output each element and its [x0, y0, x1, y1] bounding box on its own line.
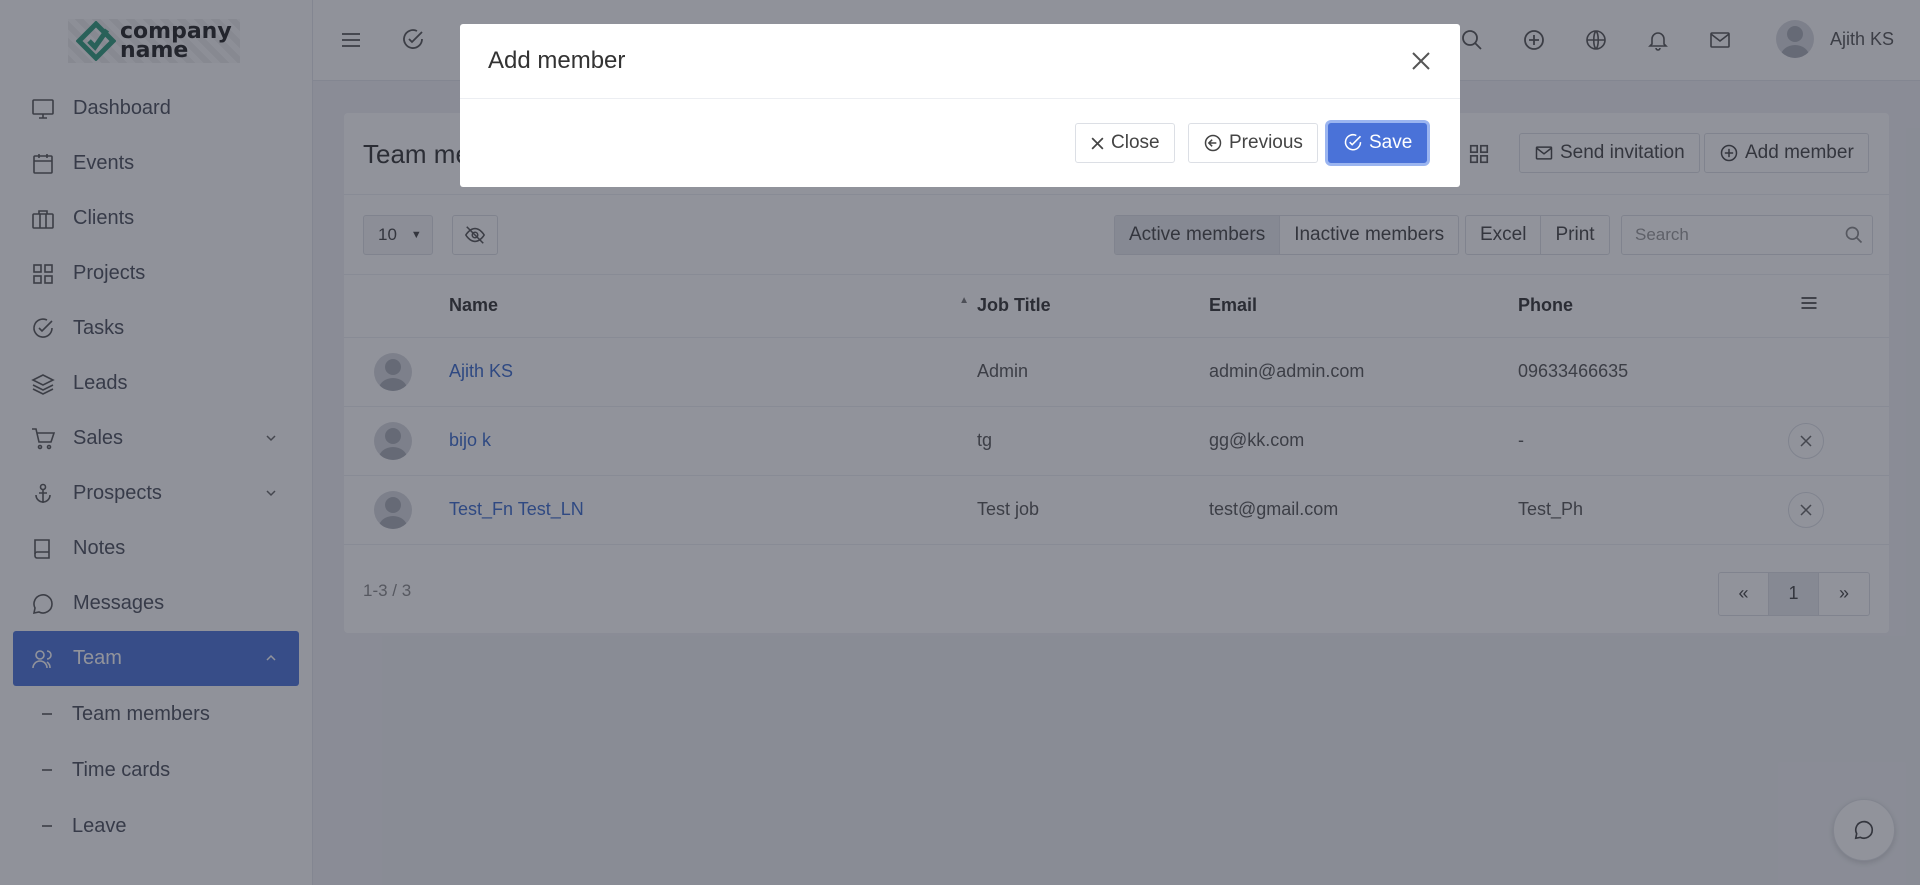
close-button[interactable]: Close — [1075, 123, 1175, 163]
previous-button-label: Previous — [1229, 132, 1303, 153]
modal-header: Add member — [460, 24, 1460, 99]
save-button[interactable]: Save — [1328, 123, 1428, 163]
close-button-label: Close — [1111, 132, 1160, 153]
modal-title: Add member — [488, 47, 626, 74]
close-icon — [1091, 137, 1104, 149]
add-member-modal: Add member Close Previous Save — [460, 24, 1460, 187]
previous-button[interactable]: Previous — [1188, 123, 1318, 163]
close-icon[interactable] — [1408, 48, 1434, 74]
check-circle-icon — [1344, 134, 1362, 151]
arrow-left-circle-icon — [1204, 134, 1222, 152]
save-button-label: Save — [1369, 132, 1413, 153]
